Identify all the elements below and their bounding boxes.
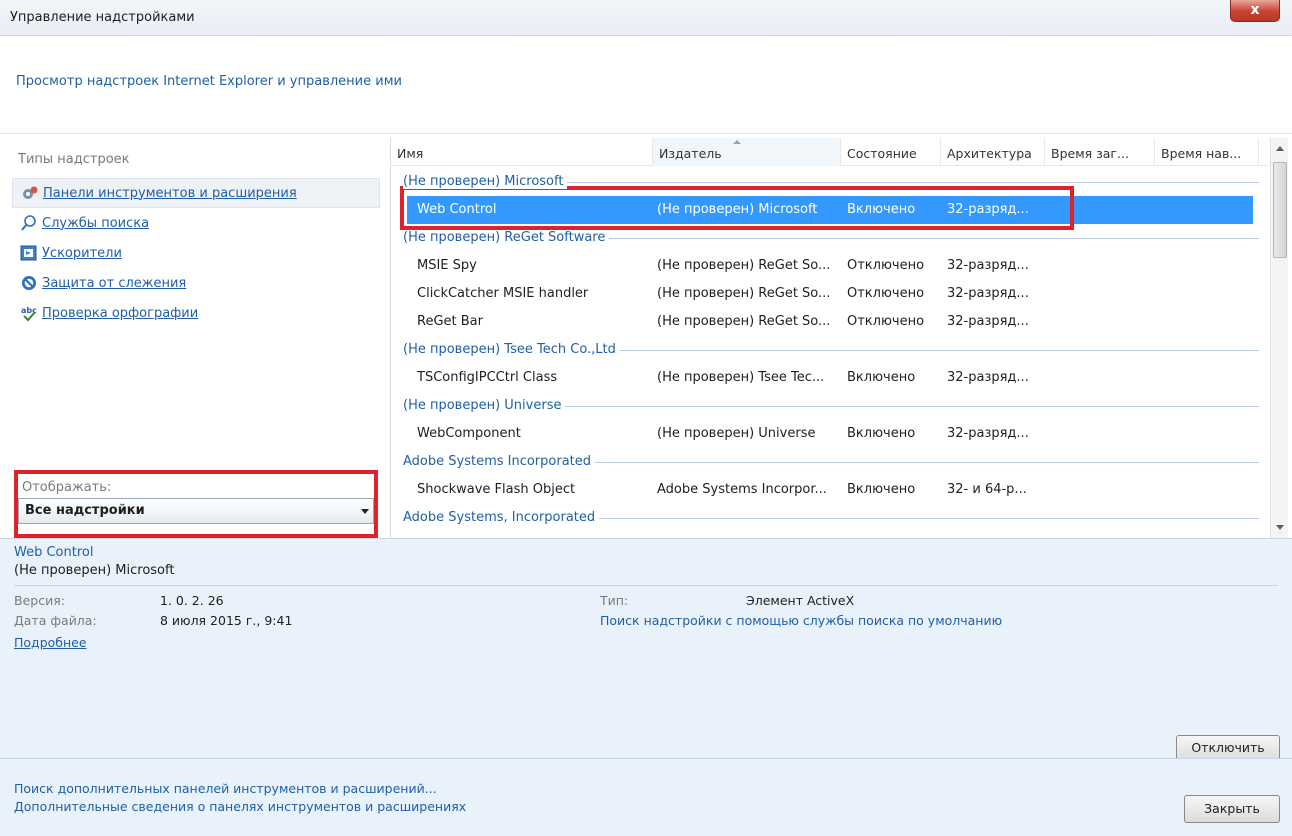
- details-addon-name: Web Control: [14, 545, 94, 560]
- cell-publisher: Adobe Systems Incorpor...: [657, 482, 827, 497]
- details-pane: Web Control (Не проверен) Microsoft Верс…: [0, 538, 1292, 761]
- title-bar: Управление надстройками x: [0, 0, 1292, 36]
- cell-publisher: (Не проверен) ReGet So...: [657, 314, 831, 329]
- spellcheck-icon: abc: [21, 306, 37, 322]
- manage-addons-window: Управление надстройками x Просмотр надст…: [0, 0, 1292, 836]
- group-header: (Не проверен) Universe: [391, 392, 1269, 420]
- table-row[interactable]: MSIE Spy (Не проверен) ReGet So... Отклю…: [391, 252, 1269, 280]
- cell-status: Включено: [847, 482, 916, 497]
- table-row[interactable]: WebComponent (Не проверен) Universe Вклю…: [391, 420, 1269, 448]
- type-value: Элемент ActiveX: [746, 593, 855, 608]
- show-filter-value: Все надстройки: [25, 503, 145, 518]
- addon-type-label: Проверка орфографии: [42, 305, 199, 321]
- group-name: Adobe Systems, Incorporated: [403, 510, 600, 525]
- footer: Поиск дополнительных панелей инструменто…: [0, 758, 1292, 836]
- accelerator-icon: [20, 245, 37, 261]
- scroll-down-icon[interactable]: [1276, 525, 1284, 530]
- group-name: Adobe Systems Incorporated: [403, 454, 596, 469]
- column-load-time[interactable]: Время заг...: [1045, 138, 1155, 166]
- cell-publisher: (Не проверен) Tsee Tec...: [657, 370, 825, 385]
- group-name: (Не проверен) Tsee Tech Co.,Ltd: [403, 342, 620, 357]
- search-icon: [21, 215, 36, 231]
- cell-name: MSIE Spy: [417, 258, 477, 273]
- addon-types-list: Панели инструментов и расширения Службы …: [12, 178, 380, 328]
- show-filter-dropdown[interactable]: Все надстройки: [18, 498, 374, 524]
- addon-type-tracking-protection[interactable]: Защита от слежения: [12, 268, 380, 298]
- cell-architecture: 32-разряд...: [947, 286, 1029, 301]
- file-date-value: 8 июля 2015 г., 9:41: [160, 613, 293, 628]
- cell-name: Shockwave Flash Object: [417, 482, 576, 497]
- details-publisher: (Не проверен) Microsoft: [14, 563, 175, 578]
- group-header: Adobe Systems Incorporated: [391, 448, 1269, 476]
- window-title: Управление надстройками: [10, 10, 195, 25]
- column-navigation-time[interactable]: Время нав...: [1155, 138, 1259, 166]
- addon-type-label: Ускорители: [42, 245, 122, 261]
- search-addon-link[interactable]: Поиск надстройки с помощью службы поиска…: [600, 613, 1002, 628]
- header-subtitle: Просмотр надстроек Internet Explorer и у…: [16, 74, 402, 89]
- cell-status: Включено: [847, 426, 916, 441]
- show-filter-label: Отображать:: [22, 480, 112, 495]
- more-info-link[interactable]: Подробнее: [14, 635, 87, 650]
- addon-type-search[interactable]: Службы поиска: [12, 208, 380, 238]
- table-row[interactable]: ClickCatcher MSIE handler (Не проверен) …: [391, 280, 1269, 308]
- version-value: 1. 0. 2. 26: [160, 593, 224, 608]
- cell-status: Включено: [847, 370, 916, 385]
- cell-publisher: (Не проверен) Universe: [657, 426, 816, 441]
- addon-type-toolbars[interactable]: Панели инструментов и расширения: [12, 178, 380, 208]
- scroll-up-icon[interactable]: [1276, 146, 1284, 151]
- cell-status: Отключено: [847, 258, 925, 273]
- cell-architecture: 32-разряд...: [947, 426, 1029, 441]
- selected-row-highlight: [400, 186, 1074, 230]
- cell-name: ClickCatcher MSIE handler: [417, 286, 589, 301]
- cell-status: Отключено: [847, 314, 925, 329]
- details-divider: [14, 585, 1278, 586]
- list-header: Имя Издатель Состояние Архитектура Время…: [391, 138, 1269, 166]
- addon-types-heading: Типы надстроек: [18, 152, 130, 167]
- find-more-toolbars-link[interactable]: Поиск дополнительных панелей инструменто…: [14, 781, 437, 796]
- column-status[interactable]: Состояние: [841, 138, 941, 166]
- addon-type-label: Службы поиска: [42, 215, 150, 231]
- cell-publisher: (Не проверен) ReGet So...: [657, 258, 831, 273]
- cell-publisher: (Не проверен) ReGet So...: [657, 286, 831, 301]
- cell-status: Отключено: [847, 286, 925, 301]
- group-header: (Не проверен) Tsee Tech Co.,Ltd: [391, 336, 1269, 364]
- type-label: Тип:: [600, 593, 629, 608]
- window-close-button[interactable]: x: [1230, 0, 1280, 22]
- group-name: (Не проверен) ReGet Software: [403, 230, 610, 245]
- cell-name: ReGet Bar: [417, 314, 483, 329]
- cell-architecture: 32-разряд...: [947, 258, 1029, 273]
- cell-name: WebComponent: [417, 426, 521, 441]
- addon-type-label: Панели инструментов и расширения: [43, 185, 297, 201]
- column-architecture[interactable]: Архитектура: [941, 138, 1045, 166]
- addon-type-label: Защита от слежения: [42, 275, 187, 291]
- file-date-label: Дата файла:: [14, 613, 97, 628]
- group-name: (Не проверен) Microsoft: [403, 174, 568, 189]
- learn-more-toolbars-link[interactable]: Дополнительные сведения о панелях инстру…: [14, 799, 466, 814]
- header: Просмотр надстроек Internet Explorer и у…: [0, 36, 1292, 134]
- table-row[interactable]: ReGet Bar (Не проверен) ReGet So... Откл…: [391, 308, 1269, 336]
- cell-architecture: 32-разряд...: [947, 314, 1029, 329]
- gear-icon: [23, 186, 38, 199]
- cell-architecture: 32-разряд...: [947, 370, 1029, 385]
- addon-type-accelerators[interactable]: Ускорители: [12, 238, 380, 268]
- column-publisher[interactable]: Издатель: [653, 138, 841, 166]
- close-button[interactable]: Закрыть: [1184, 795, 1280, 823]
- chevron-down-icon: [361, 509, 369, 514]
- block-icon: [22, 276, 36, 290]
- list-scrollbar[interactable]: [1270, 138, 1288, 538]
- group-name: (Не проверен) Universe: [403, 398, 566, 413]
- table-row[interactable]: Shockwave Flash Object Adobe Systems Inc…: [391, 476, 1269, 504]
- scrollbar-thumb[interactable]: [1273, 162, 1287, 258]
- version-label: Версия:: [14, 593, 65, 608]
- addon-type-spelling[interactable]: abc Проверка орфографии: [12, 298, 380, 328]
- cell-architecture: 32- и 64-р...: [947, 482, 1027, 497]
- column-name[interactable]: Имя: [391, 138, 653, 166]
- group-header: Adobe Systems, Incorporated: [391, 504, 1269, 532]
- cell-name: TSConfigIPCCtrl Class: [417, 370, 558, 385]
- table-row[interactable]: TSConfigIPCCtrl Class (Не проверен) Tsee…: [391, 364, 1269, 392]
